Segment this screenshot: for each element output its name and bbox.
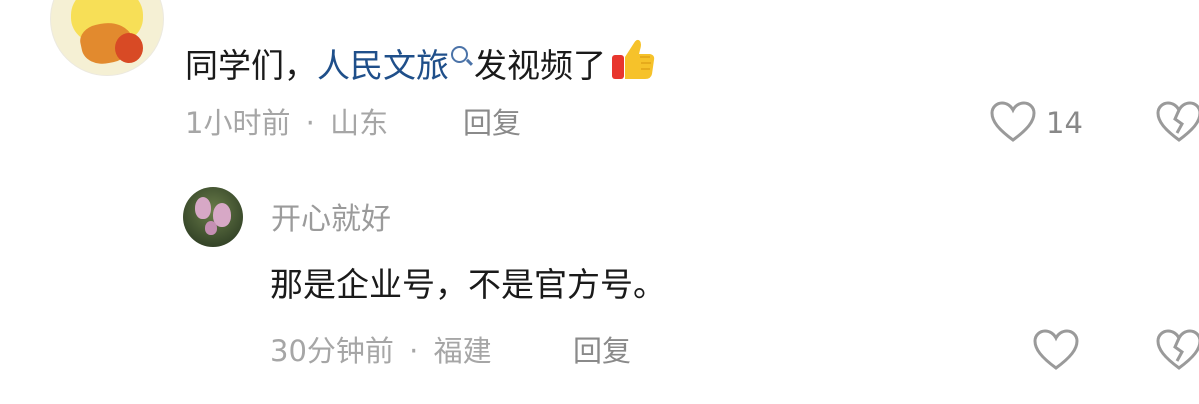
mention-name: 人民文旅: [317, 46, 449, 85]
reply-button[interactable]: 回复: [463, 106, 521, 140]
chick-avatar-accent: [115, 33, 143, 63]
comment-1-meta: 1小时前 · 山东: [185, 106, 388, 140]
dislike-broken-heart-icon[interactable]: [1156, 101, 1199, 143]
comment-1-text-prefix: 同学们，: [185, 46, 317, 85]
dislike-broken-heart-icon[interactable]: [1156, 329, 1199, 371]
meta-separator: ·: [305, 106, 315, 140]
mention-link[interactable]: 人民文旅: [317, 46, 474, 85]
flower-petal: [205, 221, 217, 235]
comment-1-location: 山东: [330, 106, 389, 140]
reply-button[interactable]: 回复: [573, 334, 631, 368]
flower-petal: [195, 197, 211, 219]
comment-2-time: 30分钟前: [270, 334, 394, 368]
comment-1-text-suffix: 发视频了: [474, 46, 606, 85]
comment-2-meta: 30分钟前 · 福建: [270, 334, 492, 368]
avatar-commenter-1[interactable]: [50, 0, 164, 76]
like-heart-icon[interactable]: [990, 101, 1036, 143]
comment-2-location: 福建: [433, 334, 492, 368]
comment-2-text: 那是企业号，不是官方号。: [270, 265, 666, 304]
comment-2-username[interactable]: 开心就好: [271, 202, 391, 238]
thumbs-up-icon: [612, 39, 655, 79]
comment-1-text: 同学们，人民文旅 发视频了: [185, 37, 656, 86]
comment-1-time: 1小时前: [185, 106, 291, 140]
search-icon: [451, 46, 468, 63]
like-count: 14: [1046, 106, 1083, 140]
avatar-commenter-2[interactable]: [183, 187, 243, 247]
like-heart-icon[interactable]: [1033, 329, 1079, 371]
meta-separator: ·: [409, 334, 419, 368]
